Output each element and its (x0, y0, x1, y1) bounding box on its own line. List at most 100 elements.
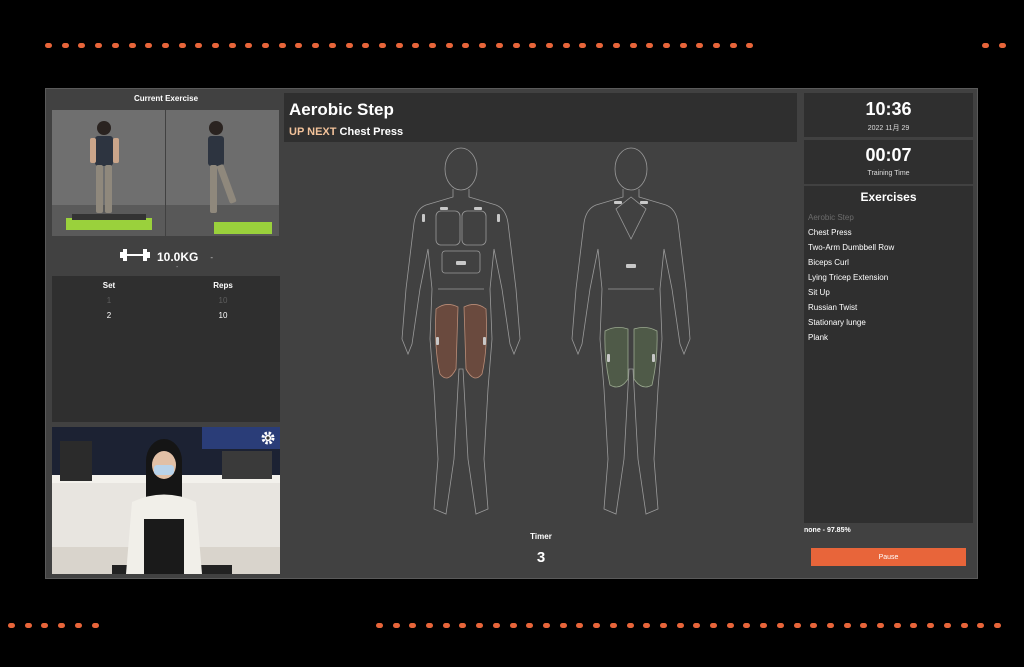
decor-dash (746, 43, 753, 48)
exercise-list-item[interactable]: Stationary lunge (804, 315, 973, 330)
decor-dash (179, 43, 186, 48)
decor-dash (877, 623, 884, 628)
decor-dash (312, 43, 319, 48)
decor-dash (743, 623, 750, 628)
decor-dash (646, 43, 653, 48)
decor-dash (643, 623, 650, 628)
exercise-list-item[interactable]: Sit Up (804, 285, 973, 300)
decor-dash (446, 43, 453, 48)
decor-dash (262, 43, 269, 48)
decor-dash (713, 43, 720, 48)
decor-dash (129, 43, 136, 48)
decor-dash (496, 43, 503, 48)
decor-dash (576, 623, 583, 628)
decor-dash (346, 43, 353, 48)
decor-dash (860, 623, 867, 628)
column-header-reps: Reps (213, 281, 233, 290)
exercise-list-item[interactable]: Chest Press (804, 225, 973, 240)
decor-dash (730, 43, 737, 48)
decor-dash (660, 623, 667, 628)
decor-dash (443, 623, 450, 628)
gear-icon[interactable] (260, 430, 276, 446)
decor-dash (982, 43, 989, 48)
decor-dash (627, 623, 634, 628)
weight-extra: - (210, 252, 214, 262)
decor-dash (58, 623, 65, 628)
decor-dash (546, 43, 553, 48)
exercise-list-item[interactable]: Aerobic Step (804, 210, 973, 225)
decor-dash (459, 623, 466, 628)
decor-dash (760, 623, 767, 628)
decor-dash (510, 623, 517, 628)
decor-dash (145, 43, 152, 48)
decor-dash (677, 623, 684, 628)
reps-cell: 10 (218, 311, 228, 320)
reps-cell: 10 (218, 296, 228, 305)
decor-dash (543, 623, 550, 628)
pause-button[interactable]: Pause (811, 548, 966, 566)
exercise-list-item[interactable]: Plank (804, 330, 973, 345)
column-header-set: Set (102, 281, 116, 290)
set-cell: 1 (106, 296, 112, 305)
decor-dash (212, 43, 219, 48)
decor-dash (994, 623, 1001, 628)
decor-dash (529, 43, 536, 48)
decor-dash (376, 623, 383, 628)
muscle-map (376, 139, 716, 529)
decor-dash (563, 43, 570, 48)
decor-dash (810, 623, 817, 628)
exercise-list-item[interactable]: Lying Tricep Extension (804, 270, 973, 285)
decor-dash (409, 623, 416, 628)
dumbbell-icon (119, 248, 151, 267)
webcam-feed (52, 427, 280, 574)
decor-dash (379, 43, 386, 48)
back-body-outline (571, 147, 691, 515)
exercise-list-item[interactable]: Russian Twist (804, 300, 973, 315)
clock-date: 2022 11月 29 (867, 125, 910, 132)
exercise-photo-front (52, 110, 165, 236)
decor-dash (610, 623, 617, 628)
decor-dash (195, 43, 202, 48)
decor-dash (827, 623, 834, 628)
exercise-photo-side (166, 110, 279, 236)
decor-dash (393, 623, 400, 628)
decor-dash (78, 43, 85, 48)
decor-dash (579, 43, 586, 48)
decor-dash (295, 43, 302, 48)
workout-app: Current Exercise 10.0KG - - Set Reps 1 1… (45, 88, 978, 579)
decor-dash (396, 43, 403, 48)
exercise-list-item[interactable]: Biceps Curl (804, 255, 973, 270)
decor-dash (41, 623, 48, 628)
decor-dash (25, 623, 32, 628)
timer-value: 3 (536, 549, 546, 566)
decor-dash (426, 623, 433, 628)
decor-dash (777, 623, 784, 628)
decor-dash (977, 623, 984, 628)
decor-dash (596, 43, 603, 48)
decor-dash (45, 43, 52, 48)
decor-dash (593, 623, 600, 628)
decor-dash (999, 43, 1006, 48)
clock-time: 10:36 (865, 99, 912, 119)
decor-dash (794, 623, 801, 628)
decor-dash (693, 623, 700, 628)
decor-dash (329, 43, 336, 48)
decor-dash (112, 43, 119, 48)
up-next-exercise: Chest Press (339, 126, 404, 138)
exercise-header: Aerobic Step UP NEXT Chest Press (284, 93, 797, 142)
weight-sub-label: - (176, 264, 179, 271)
decor-dash (92, 623, 99, 628)
decor-dash (479, 43, 486, 48)
sets-table: Set Reps 1 10 2 10 (52, 276, 280, 422)
decor-dash (894, 623, 901, 628)
detection-status: none - 97.85% (804, 527, 851, 534)
training-time-value: 00:07 (865, 145, 912, 165)
exercise-list-item[interactable]: Two-Arm Dumbbell Row (804, 240, 973, 255)
timer-label: Timer (530, 532, 552, 541)
decor-dash (476, 623, 483, 628)
decor-dash (927, 623, 934, 628)
set-cell: 2 (106, 311, 112, 320)
decor-dash (613, 43, 620, 48)
table-row: 2 10 (52, 308, 280, 323)
current-exercise-name: Aerobic Step (289, 100, 394, 119)
